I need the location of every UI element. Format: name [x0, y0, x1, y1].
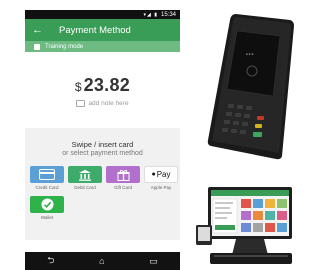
training-mode-banner: Training mode	[25, 41, 180, 52]
apple-pay-mark: Pay	[156, 170, 171, 179]
training-label: Training mode	[45, 43, 84, 50]
debit-card-label: Debit Card	[74, 185, 96, 190]
payment-panel: Swipe / insert card or select payment me…	[25, 128, 180, 240]
card-terminal-image: ■ ■ ■	[207, 14, 294, 160]
gift-card-label: Gift Card	[113, 185, 132, 190]
amount-value: 23.82	[83, 75, 131, 95]
payment-method-grid: Credit Card Debit Card Gift Card ● Pay Ap…	[25, 166, 180, 190]
wallet-label: Wallet	[40, 215, 54, 220]
select-method-instruction: or select payment method	[62, 150, 143, 157]
status-bar: ▾◢ ▮ 15:34	[25, 10, 180, 19]
note-icon	[76, 100, 86, 107]
currency-symbol: $	[74, 80, 82, 94]
training-icon	[34, 43, 40, 50]
add-note-button[interactable]: add note here	[76, 100, 129, 107]
amount-display: $ 23.82	[75, 75, 130, 96]
debit-card-button[interactable]: Debit Card	[67, 166, 103, 190]
gift-card-button[interactable]: Gift Card	[105, 166, 141, 190]
debit-card-icon	[68, 166, 102, 183]
apple-pay-label: Apple Pay	[150, 185, 172, 190]
payment-method-grid-row2: Wallet	[25, 196, 180, 220]
credit-card-label: Credit Card	[35, 185, 59, 190]
arrow-left-icon[interactable]: ←	[32, 24, 50, 36]
recents-nav-icon[interactable]: ▭	[149, 256, 158, 267]
back-nav-icon[interactable]: ⮌	[47, 253, 54, 269]
status-time: 15:34	[160, 11, 176, 18]
credit-card-icon	[30, 166, 64, 183]
svg-text:■ ■ ■: ■ ■ ■	[246, 52, 254, 56]
signal-icon: ▾◢ ▮	[143, 11, 158, 18]
credit-card-button[interactable]: Credit Card	[29, 166, 65, 190]
app-bar: ← Payment Method	[25, 19, 180, 41]
add-note-label: add note here	[88, 100, 129, 107]
page-title: Payment Method	[59, 24, 131, 36]
pos-station-image	[196, 187, 292, 264]
apple-pay-icon: ● Pay	[144, 166, 178, 183]
home-nav-icon[interactable]: ⌂	[99, 256, 104, 266]
android-nav-bar: ⮌ ⌂ ▭	[25, 252, 180, 270]
apple-pay-button[interactable]: ● Pay Apple Pay	[143, 166, 179, 190]
amount-section: $ 23.82 add note here	[25, 52, 180, 128]
gift-card-icon	[106, 166, 140, 183]
wallet-button[interactable]: Wallet	[29, 196, 65, 220]
phone-screen: ▾◢ ▮ 15:34 ← Payment Method Training mod…	[25, 10, 180, 270]
swipe-instruction: Swipe / insert card	[71, 140, 134, 149]
wallet-check-icon	[30, 196, 64, 213]
